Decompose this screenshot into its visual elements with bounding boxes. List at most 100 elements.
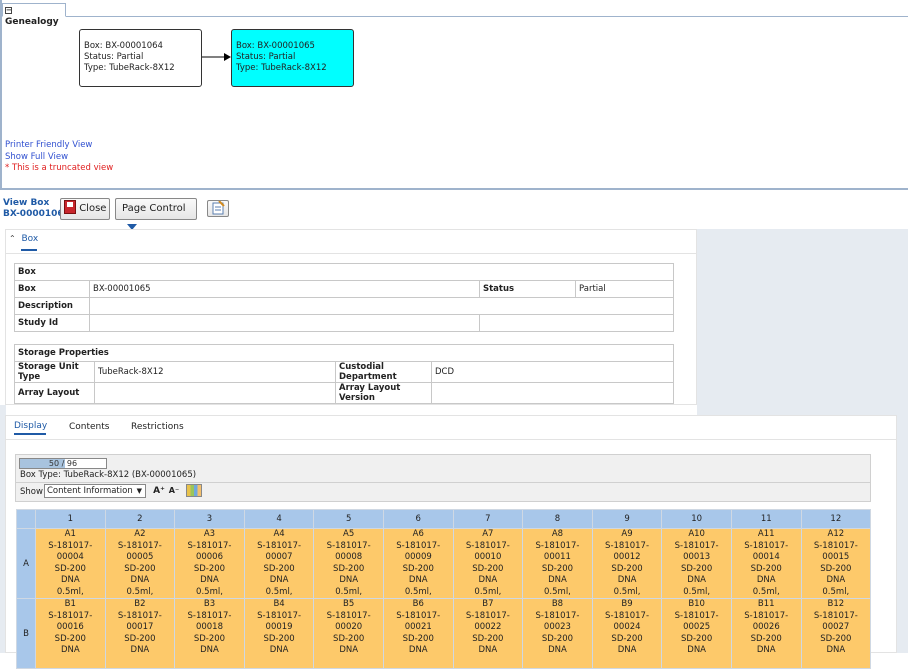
description-label: Description: [14, 297, 90, 315]
rack-column-header: 1: [35, 509, 106, 529]
well-pos: B12: [827, 599, 845, 609]
well-pos: B3: [203, 599, 216, 609]
well-vol: 0.5ml,: [474, 586, 502, 597]
rack-well[interactable]: A8 S-181017-00011 SD-200 DNA 0.5ml,: [522, 528, 593, 599]
color-legend-icon[interactable]: [186, 484, 202, 497]
well-sample: S-181017-00017: [117, 610, 162, 633]
rack-well[interactable]: B9 S-181017-00024 SD-200 DNA: [591, 598, 663, 669]
rack-well[interactable]: A11 S-181017-00014 SD-200 DNA 0.5ml,: [730, 528, 802, 599]
well-sample: S-181017-00025: [674, 610, 719, 633]
well-type: SD-200: [750, 633, 782, 644]
well-pos: A8: [551, 529, 564, 539]
well-vol: 0.5ml,: [752, 586, 780, 597]
well-vol: 0.5ml,: [404, 586, 432, 597]
collapse-icon[interactable]: −: [5, 7, 12, 14]
rack-well[interactable]: A1 S-181017-00004 SD-200 DNA 0.5ml,: [35, 528, 106, 599]
box-section-header[interactable]: ⌃ Box: [9, 234, 38, 244]
well-type: SD-200: [472, 633, 504, 644]
rack-well[interactable]: B6 S-181017-00021 SD-200 DNA: [382, 598, 454, 669]
rack-well[interactable]: B8 S-181017-00023 SD-200 DNA: [522, 598, 593, 669]
well-vol: [662, 657, 731, 669]
well-vol: 0.5ml,: [822, 586, 850, 597]
rack-well[interactable]: B4 S-181017-00019 SD-200 DNA: [243, 598, 315, 669]
genealogy-node-parent[interactable]: Box: BX-00001064 Status: Partial Type: T…: [79, 29, 202, 87]
rack-well[interactable]: B7 S-181017-00022 SD-200 DNA: [452, 598, 524, 669]
rack-well[interactable]: B10 S-181017-00025 SD-200 DNA: [661, 598, 732, 669]
node-box-text: Box: BX-00001064: [84, 41, 163, 51]
well-sample: S-181017-00015: [813, 540, 858, 563]
rack-well[interactable]: A6 S-181017-00009 SD-200 DNA 0.5ml,: [382, 528, 454, 599]
genealogy-links: Printer Friendly View Show Full View * T…: [5, 140, 113, 175]
well-kind: DNA: [339, 575, 359, 585]
rack-row: B B1 S-181017-00016 SD-200 DNA B2 S-181017-00…: [16, 598, 872, 669]
custodial-department-value: DCD: [431, 361, 674, 383]
rack-well[interactable]: A7 S-181017-00010 SD-200 DNA 0.5ml,: [452, 528, 524, 599]
rack-well[interactable]: B12 S-181017-00027 SD-200 DNA: [800, 598, 872, 669]
rack-well[interactable]: A12 S-181017-00015 SD-200 DNA 0.5ml,: [800, 528, 872, 599]
well-kind: DNA: [548, 575, 567, 585]
rack-well[interactable]: A3 S-181017-00006 SD-200 DNA 0.5ml,: [174, 528, 245, 599]
show-label: Show: [20, 487, 43, 497]
printer-friendly-link[interactable]: Printer Friendly View: [5, 140, 113, 152]
well-pos: A10: [688, 529, 705, 539]
rack-well[interactable]: A4 S-181017-00007 SD-200 DNA 0.5ml,: [243, 528, 315, 599]
background-area: [897, 405, 908, 653]
well-sample: S-181017-00007: [257, 540, 302, 563]
well-vol: [245, 657, 314, 669]
rack-well[interactable]: B2 S-181017-00017 SD-200 DNA: [104, 598, 176, 669]
well-type: SD-200: [472, 563, 504, 574]
well-kind: DNA: [200, 645, 219, 655]
well-pos: B1: [64, 599, 76, 609]
well-vol: [802, 657, 871, 669]
well-sample: S-181017-00026: [744, 610, 789, 633]
increase-font-button[interactable]: A⁺: [152, 484, 166, 498]
rack-well[interactable]: A2 S-181017-00005 SD-200 DNA 0.5ml,: [104, 528, 176, 599]
rack-well[interactable]: A5 S-181017-00008 SD-200 DNA 0.5ml,: [313, 528, 384, 599]
truncated-note: * This is a truncated view: [5, 163, 114, 173]
rack-well[interactable]: B5 S-181017-00020 SD-200 DNA: [313, 598, 384, 669]
well-kind: DNA: [130, 575, 150, 585]
well-sample: S-181017-00021: [396, 610, 441, 633]
rack-well[interactable]: B3 S-181017-00018 SD-200 DNA: [174, 598, 245, 669]
genealogy-tab[interactable]: − Genealogy: [2, 3, 66, 27]
well-sample: S-181017-00004: [48, 540, 93, 563]
storage-unit-type-value: TubeRack-8X12: [94, 361, 336, 383]
well-pos: A9: [621, 529, 633, 539]
node-box-text: Box: BX-00001065: [236, 41, 315, 51]
tab-display[interactable]: Display: [14, 421, 47, 431]
well-sample: S-181017-00022: [465, 610, 510, 633]
close-button[interactable]: Close: [60, 198, 110, 220]
rack-well[interactable]: A9 S-181017-00012 SD-200 DNA 0.5ml,: [591, 528, 663, 599]
tab-restrictions[interactable]: Restrictions: [131, 422, 184, 432]
well-vol: [732, 657, 801, 669]
rack-well[interactable]: A10 S-181017-00013 SD-200 DNA 0.5ml,: [661, 528, 732, 599]
tab-contents[interactable]: Contents: [69, 422, 109, 432]
divider: [5, 253, 697, 254]
rack-well[interactable]: B1 S-181017-00016 SD-200 DNA: [35, 598, 106, 669]
genealogy-node-current[interactable]: Box: BX-00001065 Status: Partial Type: T…: [231, 29, 354, 87]
well-type: SD-200: [820, 563, 852, 574]
node-status-text: Status: Partial: [84, 52, 144, 62]
well-pos: B11: [757, 599, 775, 609]
well-sample: S-181017-00019: [257, 610, 302, 633]
decrease-font-button[interactable]: A⁻: [167, 484, 181, 498]
well-kind: DNA: [478, 645, 498, 655]
well-kind: DNA: [687, 645, 706, 655]
well-kind: DNA: [687, 575, 706, 585]
rack-column-header: 5: [313, 509, 384, 529]
well-pos: B8: [551, 599, 564, 609]
rack-corner: [16, 509, 36, 529]
show-select[interactable]: Content Information ▼: [44, 484, 146, 498]
rack-well[interactable]: B11 S-181017-00026 SD-200 DNA: [730, 598, 802, 669]
status-value: Partial: [575, 280, 674, 298]
well-kind: DNA: [756, 575, 776, 585]
show-full-view-link[interactable]: Show Full View: [5, 152, 113, 164]
well-pos: A2: [134, 529, 146, 539]
well-kind: DNA: [408, 645, 428, 655]
well-type: SD-200: [124, 563, 156, 574]
notes-button[interactable]: [207, 200, 229, 217]
well-kind: DNA: [617, 645, 637, 655]
well-vol: [454, 657, 523, 669]
page-control-dropdown[interactable]: Page Control: [115, 198, 197, 230]
rack-row: A A1 S-181017-00004 SD-200 DNA 0.5ml, A2 S-1810…: [16, 528, 872, 599]
